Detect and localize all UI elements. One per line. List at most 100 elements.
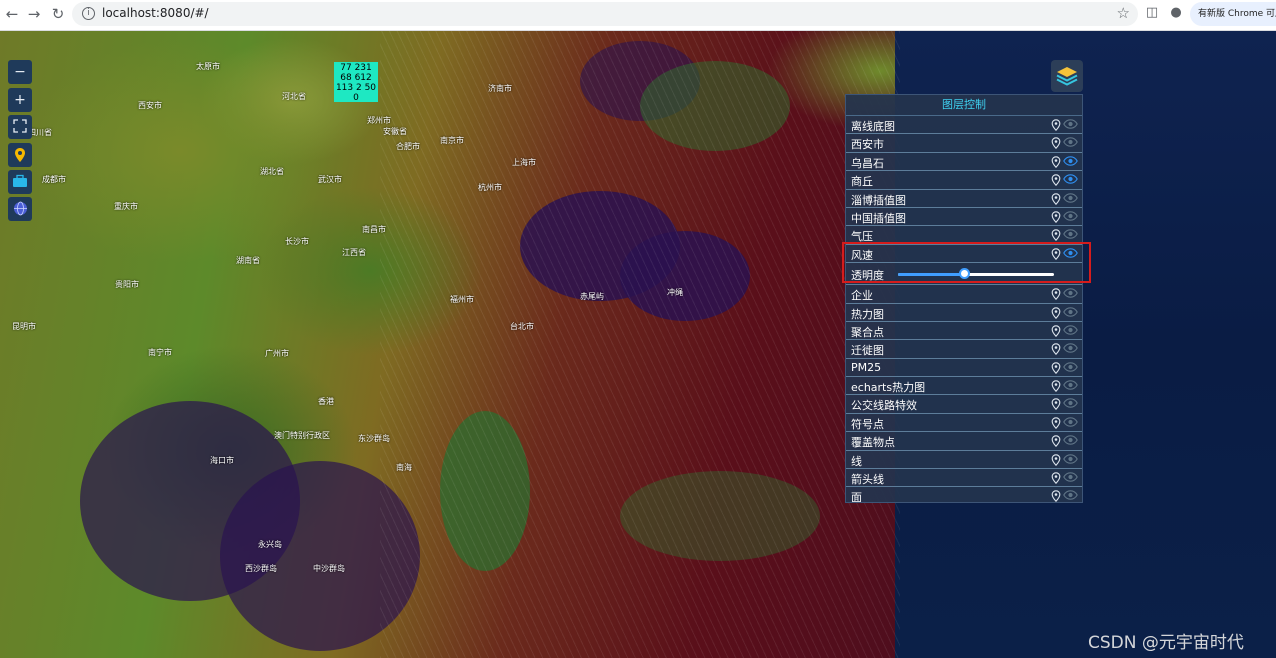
- locate-icon[interactable]: [1051, 174, 1061, 187]
- layer-row[interactable]: PM25: [846, 359, 1082, 378]
- locate-icon[interactable]: [1051, 247, 1061, 260]
- layer-row[interactable]: 乌昌石: [846, 153, 1082, 172]
- layer-label: 面: [851, 491, 862, 503]
- map-view[interactable]: 77 231 68 612 113 2 50 0 西安市 郑州市 济南市 河北省…: [0, 31, 1276, 658]
- city-label: 湖南省: [236, 256, 260, 265]
- visibility-eye-icon[interactable]: [1063, 211, 1078, 221]
- location-button[interactable]: [8, 143, 32, 167]
- visibility-eye-icon[interactable]: [1063, 229, 1078, 240]
- visibility-eye-icon[interactable]: [1063, 417, 1078, 427]
- aggregate-cluster[interactable]: 77 231 68 612 113 2 50 0: [334, 62, 378, 102]
- layer-row[interactable]: 线: [846, 451, 1082, 470]
- layer-row[interactable]: 公交线路特效: [846, 395, 1082, 414]
- visibility-eye-icon[interactable]: [1063, 247, 1078, 258]
- zoom-out-button[interactable]: −: [8, 60, 32, 84]
- address-bar[interactable]: i localhost:8080/#/ ☆: [72, 2, 1138, 26]
- locate-icon[interactable]: [1051, 211, 1061, 223]
- opacity-row: 透明度: [846, 263, 1082, 286]
- city-label: 济南市: [488, 84, 512, 93]
- visibility-eye-icon[interactable]: [1063, 192, 1078, 203]
- layer-row[interactable]: 面: [846, 487, 1082, 503]
- city-label: 河北省: [282, 92, 306, 101]
- layer-row[interactable]: 企业: [846, 285, 1082, 304]
- visibility-eye-icon[interactable]: [1063, 435, 1078, 446]
- layers-icon: [1056, 67, 1078, 86]
- locate-icon[interactable]: [1051, 306, 1061, 319]
- layer-row[interactable]: 箭头线: [846, 469, 1082, 488]
- globe-icon: [13, 201, 27, 216]
- layer-control-button[interactable]: [1051, 60, 1083, 92]
- visibility-eye-icon[interactable]: [1063, 156, 1078, 166]
- city-label: 合肥市: [396, 142, 420, 151]
- locate-icon[interactable]: [1051, 192, 1061, 205]
- layer-row[interactable]: 西安市: [846, 134, 1082, 153]
- locate-icon[interactable]: [1051, 435, 1061, 448]
- layer-row[interactable]: 中国插值图: [846, 208, 1082, 227]
- side-panel-icon[interactable]: ◫: [1143, 4, 1161, 22]
- site-info-icon[interactable]: i: [82, 7, 95, 20]
- city-label: 昆明市: [12, 322, 36, 331]
- url-text[interactable]: localhost:8080/#/: [102, 6, 209, 20]
- city-label: 西沙群岛: [245, 564, 277, 573]
- locate-icon[interactable]: [1051, 137, 1061, 150]
- layer-row[interactable]: 淄博插值图: [846, 190, 1082, 208]
- locate-icon[interactable]: [1051, 325, 1061, 337]
- layer-row[interactable]: 符号点: [846, 414, 1082, 433]
- visibility-eye-icon[interactable]: [1063, 490, 1078, 501]
- city-label: 江西省: [342, 248, 366, 257]
- locate-icon[interactable]: [1051, 343, 1061, 356]
- locate-icon[interactable]: [1051, 156, 1061, 168]
- visibility-eye-icon[interactable]: [1063, 361, 1078, 372]
- layer-row[interactable]: 迁徙图: [846, 340, 1082, 359]
- locate-icon[interactable]: [1051, 398, 1061, 411]
- locate-icon[interactable]: [1051, 119, 1061, 131]
- toolbox-button[interactable]: [8, 170, 32, 194]
- city-label: 福州市: [450, 295, 474, 304]
- locate-icon[interactable]: [1051, 361, 1061, 374]
- bookmark-star-icon[interactable]: ☆: [1117, 4, 1130, 22]
- locate-icon[interactable]: [1051, 288, 1061, 301]
- fullscreen-button[interactable]: [8, 115, 32, 139]
- layer-row[interactable]: 风速: [846, 245, 1082, 264]
- visibility-eye-icon[interactable]: [1063, 380, 1078, 390]
- layer-label: 符号点: [851, 417, 884, 431]
- wind-particles: [380, 31, 900, 658]
- profile-icon[interactable]: ●: [1167, 4, 1185, 22]
- visibility-eye-icon[interactable]: [1063, 398, 1078, 409]
- opacity-slider[interactable]: [898, 268, 1054, 280]
- visibility-eye-icon[interactable]: [1063, 343, 1078, 354]
- locate-icon[interactable]: [1051, 417, 1061, 429]
- back-icon[interactable]: ←: [0, 2, 24, 26]
- locate-icon[interactable]: [1051, 229, 1061, 242]
- forward-icon[interactable]: →: [22, 2, 46, 26]
- layer-label: 迁徙图: [851, 344, 884, 358]
- visibility-eye-icon[interactable]: [1063, 288, 1078, 298]
- locate-icon[interactable]: [1051, 380, 1061, 393]
- layer-row[interactable]: 商丘: [846, 171, 1082, 190]
- locate-icon[interactable]: [1051, 453, 1061, 466]
- visibility-eye-icon[interactable]: [1063, 306, 1078, 317]
- locate-icon[interactable]: [1051, 490, 1061, 502]
- reload-icon[interactable]: ↻: [46, 2, 70, 26]
- fullscreen-icon: [13, 119, 27, 133]
- visibility-eye-icon[interactable]: [1063, 453, 1078, 464]
- layer-row[interactable]: 热力图: [846, 304, 1082, 322]
- locate-icon[interactable]: [1051, 472, 1061, 485]
- visibility-eye-icon[interactable]: [1063, 174, 1078, 184]
- city-label: 安徽省: [383, 127, 407, 136]
- visibility-eye-icon[interactable]: [1063, 325, 1078, 335]
- city-label: 南宁市: [148, 348, 172, 357]
- layer-label: 风速: [851, 248, 873, 262]
- visibility-eye-icon[interactable]: [1063, 472, 1078, 482]
- layer-row[interactable]: 气压: [846, 226, 1082, 245]
- opacity-slider-handle[interactable]: [959, 268, 971, 280]
- zoom-in-button[interactable]: +: [8, 88, 32, 112]
- globe-button[interactable]: [8, 197, 32, 221]
- layer-row[interactable]: 聚合点: [846, 322, 1082, 341]
- layer-row[interactable]: 覆盖物点: [846, 432, 1082, 451]
- layer-row[interactable]: 离线底图: [846, 116, 1082, 135]
- visibility-eye-icon[interactable]: [1063, 137, 1078, 148]
- update-chrome-button[interactable]: 有新版 Chrome 可用: [1190, 2, 1276, 26]
- visibility-eye-icon[interactable]: [1063, 119, 1078, 129]
- layer-row[interactable]: echarts热力图: [846, 377, 1082, 396]
